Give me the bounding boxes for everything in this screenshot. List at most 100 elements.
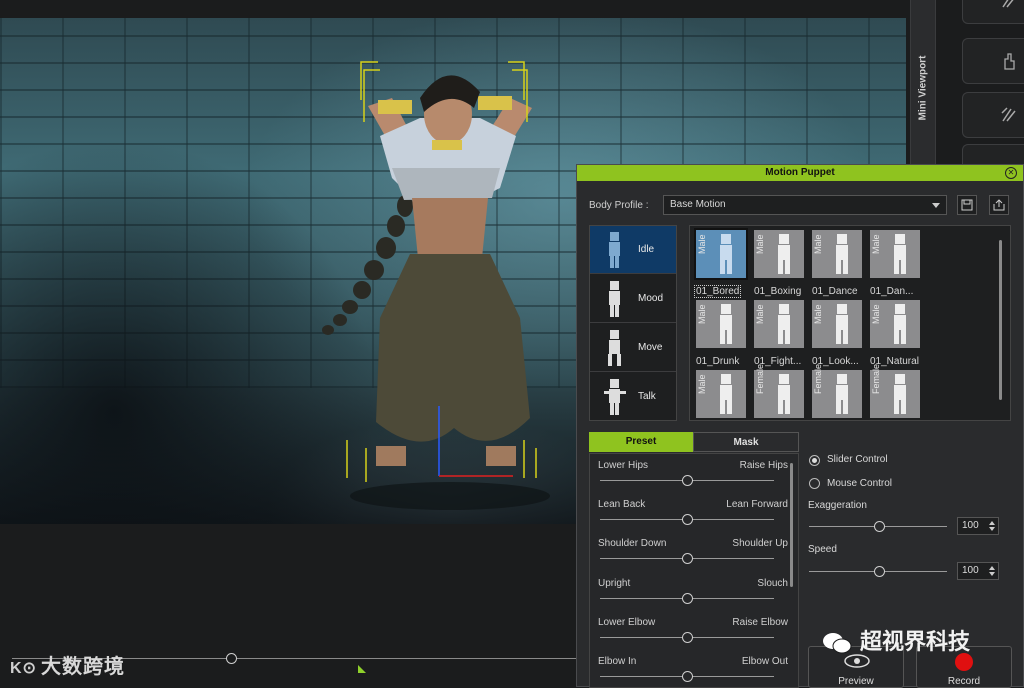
slider-knob[interactable] — [682, 514, 693, 525]
slider-right-label: Elbow Out — [741, 656, 788, 667]
figure-icon — [778, 304, 790, 344]
category-label: Mood — [638, 293, 664, 304]
export-profile-button[interactable] — [989, 195, 1009, 215]
tool-button-1[interactable] — [962, 0, 1024, 24]
slider-right-label: Slouch — [757, 578, 788, 589]
timeline-marker[interactable] — [358, 665, 366, 673]
gender-tag: Male — [697, 234, 707, 254]
slider-row: Lower Hips Raise Hips — [590, 454, 788, 492]
tab-mask[interactable]: Mask — [693, 432, 799, 452]
preview-label: Preview — [838, 676, 874, 687]
tool-button-2[interactable] — [962, 38, 1024, 84]
motion-puppet-panel: Motion Puppet ✕ Body Profile : Base Moti… — [576, 164, 1024, 688]
slider-control-radio[interactable] — [809, 455, 820, 466]
slider-knob[interactable] — [682, 671, 693, 682]
figure-icon — [836, 304, 848, 344]
tool-button-3[interactable] — [962, 92, 1024, 138]
gender-tag: Male — [813, 304, 823, 324]
slider-left-label: Lean Back — [598, 499, 646, 510]
slider-row: Lower Elbow Raise Elbow — [590, 611, 788, 649]
speed-slider-knob[interactable] — [874, 566, 885, 577]
motion-thumbnail-grid: Male Male Male Male 01_Bored 01_Boxing 0… — [689, 225, 1011, 421]
gender-tag: Male — [813, 234, 823, 254]
timeline-scrubber[interactable] — [226, 653, 237, 664]
spin-up-icon[interactable] — [989, 566, 995, 570]
exaggeration-slider-knob[interactable] — [874, 521, 885, 532]
slider-knob[interactable] — [682, 593, 693, 604]
slider-list-scrollbar[interactable] — [790, 463, 793, 587]
category-talk[interactable]: Talk — [590, 373, 676, 421]
spin-up-icon[interactable] — [989, 521, 995, 525]
speed-label: Speed — [808, 544, 837, 555]
gender-tag: Female — [755, 363, 765, 394]
gender-tag: Male — [697, 304, 707, 324]
watermark-left-text: 大数跨境 — [40, 656, 125, 678]
motion-thumbnail[interactable]: Male — [696, 370, 746, 418]
panel-title: Motion Puppet — [577, 165, 1023, 181]
figure-move-icon — [608, 330, 621, 366]
slider-left-label: Lower Elbow — [598, 617, 656, 628]
speed-spinbox[interactable]: 100 — [957, 562, 999, 580]
slider-left-label: Elbow In — [598, 656, 637, 667]
preset-slider-list: Lower Hips Raise Hips Lean Back Lean For… — [589, 453, 799, 688]
gender-tag: Male — [697, 374, 707, 394]
motion-thumbnail[interactable]: Male — [870, 230, 920, 278]
slider-row: Lean Back Lean Forward — [590, 493, 788, 531]
thumbnail-scrollbar[interactable] — [999, 240, 1002, 400]
slider-knob[interactable] — [682, 475, 693, 486]
category-move[interactable]: Move — [590, 324, 676, 372]
category-list: Idle Mood Move Talk — [589, 225, 677, 421]
gender-tag: Male — [755, 304, 765, 324]
slider-knob[interactable] — [682, 553, 693, 564]
motion-thumbnail[interactable]: Male — [812, 300, 862, 348]
save-profile-button[interactable] — [957, 195, 977, 215]
gender-tag: Female — [871, 363, 881, 394]
spin-down-icon[interactable] — [989, 572, 995, 576]
figure-icon — [720, 304, 732, 344]
figure-idle-icon — [609, 232, 620, 268]
tab-preset[interactable]: Preset — [589, 432, 693, 452]
record-label: Record — [947, 676, 981, 687]
spin-down-icon[interactable] — [989, 527, 995, 531]
body-profile-label: Body Profile : — [589, 200, 649, 211]
motion-thumbnail[interactable]: Female — [870, 364, 920, 418]
exaggeration-value: 100 — [962, 520, 979, 531]
gender-tag: Female — [813, 363, 823, 394]
speed-value: 100 — [962, 565, 979, 576]
slider-row: Upright Slouch — [590, 572, 788, 610]
body-profile-select[interactable]: Base Motion — [663, 195, 947, 215]
category-label: Move — [638, 342, 663, 353]
category-idle[interactable]: Idle — [590, 226, 676, 274]
category-label: Idle — [638, 244, 655, 255]
mini-viewport-tab[interactable]: Mini Viewport — [910, 0, 936, 165]
hand-pointer-icon — [1004, 53, 1015, 70]
slider-left-label: Upright — [598, 578, 631, 589]
motion-thumbnail[interactable]: Female — [754, 364, 804, 418]
mini-viewport-label: Mini Viewport — [917, 55, 929, 121]
motion-thumbnail[interactable]: Female — [812, 364, 862, 418]
gender-tag: Male — [871, 234, 881, 254]
motion-thumbnail[interactable]: Male — [754, 300, 804, 348]
motion-thumbnail[interactable]: Male — [696, 300, 746, 348]
slider-left-label: Shoulder Down — [598, 538, 667, 549]
slider-right-label: Shoulder Up — [732, 538, 788, 549]
body-profile-value: Base Motion — [670, 199, 726, 210]
mouse-control-radio[interactable] — [809, 478, 820, 489]
hand-gesture-icon — [1002, 0, 1014, 8]
exaggeration-spinbox[interactable]: 100 — [957, 517, 999, 535]
slider-knob[interactable] — [682, 632, 693, 643]
slider-right-label: Raise Elbow — [732, 617, 788, 628]
figure-icon — [894, 304, 906, 344]
motion-name: 01_Dance — [812, 286, 858, 297]
watermark-right: 超视界科技 — [822, 624, 970, 656]
category-mood[interactable]: Mood — [590, 275, 676, 323]
motion-thumbnail[interactable]: Male — [812, 230, 862, 278]
motion-thumbnail[interactable]: Male — [754, 230, 804, 278]
motion-thumbnail[interactable]: Male — [870, 300, 920, 348]
figure-icon — [778, 374, 790, 414]
slider-row: Elbow In Elbow Out — [590, 650, 788, 687]
slider-control-label: Slider Control — [827, 454, 888, 465]
figure-icon — [778, 234, 790, 274]
close-icon[interactable]: ✕ — [1005, 167, 1017, 179]
motion-thumbnail[interactable]: Male — [694, 228, 748, 280]
